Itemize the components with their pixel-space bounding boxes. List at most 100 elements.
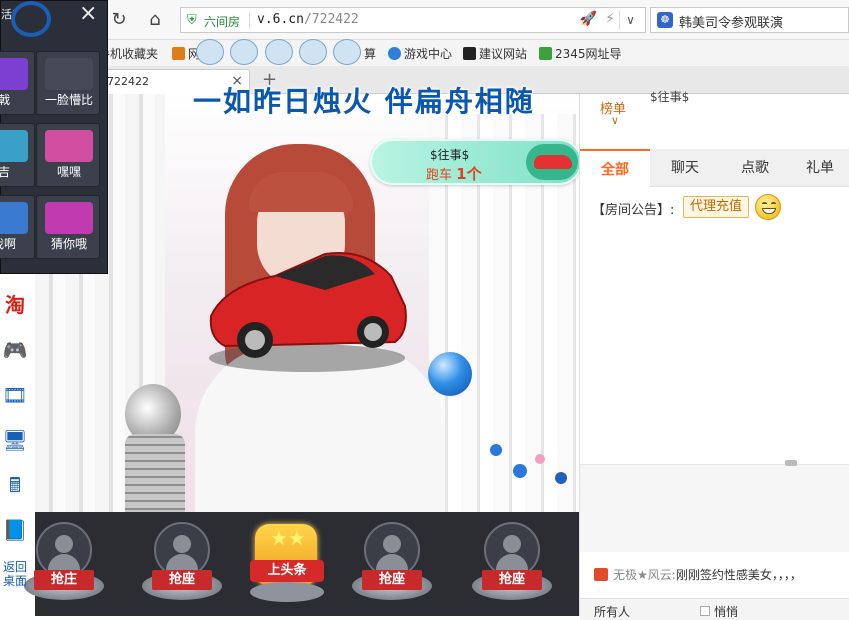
whisper-checkbox[interactable] bbox=[700, 606, 710, 616]
broadcast-user[interactable]: 无极★风云: bbox=[613, 568, 676, 582]
emoji-caption: 吉 bbox=[0, 163, 34, 180]
decor-dot bbox=[555, 472, 567, 484]
emoji-caption: 一脸懵比 bbox=[44, 93, 93, 107]
refresh-icon[interactable]: ↻ bbox=[108, 9, 130, 31]
calculator-icon[interactable]: 🖩 bbox=[2, 472, 28, 498]
rocket-icon[interactable]: 🚀 bbox=[580, 11, 597, 27]
seat-3[interactable]: 抢座 bbox=[352, 518, 436, 616]
resize-handle[interactable] bbox=[785, 460, 797, 466]
sports-car-gift bbox=[209, 252, 407, 372]
blurred-bookmark[interactable] bbox=[299, 39, 327, 65]
taobao-icon[interactable]: 淘 bbox=[2, 292, 28, 318]
tab-title: 722422 bbox=[107, 75, 149, 88]
notebook-icon[interactable]: 📘 bbox=[2, 517, 28, 543]
emoji-item[interactable]: 吉 bbox=[0, 123, 35, 187]
browser-toolbar: ↻ ⌂ ⛨ 六间房 v.6.cn/722422 🚀 ⚡ ∨ ☸ 韩美司令参观联演 bbox=[0, 0, 849, 40]
grin-emoji-icon bbox=[755, 194, 781, 220]
bookmark-label: 游戏中心 bbox=[404, 47, 453, 61]
car-gift-badge[interactable]: $往事$ 跑车 1个 bbox=[370, 139, 582, 185]
back-to-desktop[interactable]: 返回桌面 bbox=[0, 560, 30, 588]
url-text: v.6.cn/722422 bbox=[257, 12, 359, 27]
headline-button[interactable]: ★★ 上头条 bbox=[250, 524, 324, 602]
chevron-down-icon[interactable]: ∨ bbox=[611, 114, 619, 127]
chevron-down-icon[interactable]: ∨ bbox=[619, 10, 641, 30]
chat-tabs: 全部 聊天 点歌 礼单 bbox=[580, 149, 849, 187]
home-icon[interactable]: ⌂ bbox=[144, 9, 166, 31]
headline-pedestal bbox=[250, 582, 324, 602]
seat-button[interactable]: 抢庄 bbox=[34, 570, 94, 590]
address-bar[interactable]: ⛨ 六间房 v.6.cn/722422 🚀 ⚡ ∨ bbox=[180, 7, 646, 33]
seat-button[interactable]: 抢座 bbox=[482, 570, 542, 590]
seat-button[interactable]: 抢座 bbox=[152, 570, 212, 590]
room-notice-label: 【房间公告】: bbox=[592, 203, 675, 218]
tab-song[interactable]: 点歌 bbox=[720, 149, 790, 187]
emoji-item[interactable]: 戟 bbox=[0, 51, 35, 115]
seat-4[interactable]: 抢座 bbox=[472, 518, 556, 616]
bookmark-2[interactable]: 算 bbox=[364, 45, 376, 62]
search-input[interactable]: 韩美司令参观联演 bbox=[679, 12, 783, 31]
site-badge: 六间房 bbox=[204, 15, 241, 29]
emoji-image bbox=[0, 202, 28, 234]
decor-dot bbox=[490, 444, 502, 456]
microphone-stand bbox=[125, 434, 185, 512]
lightning-icon[interactable]: ⚡ bbox=[605, 11, 615, 27]
emoji-item[interactable]: 我啊 bbox=[0, 195, 35, 259]
emoji-image bbox=[45, 58, 93, 90]
grin-eye bbox=[762, 202, 767, 205]
broadcast-message: 无极★风云:刚刚签约性感美女，，，， bbox=[594, 566, 802, 583]
close-icon[interactable]: × bbox=[79, 1, 97, 26]
address-divider bbox=[249, 12, 250, 29]
blurred-bookmark[interactable] bbox=[333, 39, 361, 65]
streamer-bangs bbox=[249, 172, 353, 212]
top-user[interactable]: $往事$ bbox=[650, 88, 689, 105]
seat-avatar-head bbox=[55, 535, 73, 553]
gamepad-icon[interactable]: 🎮 bbox=[2, 337, 28, 363]
emoji-caption: 猜你哦 bbox=[50, 237, 87, 251]
bookmark-game-center[interactable]: 游戏中心 bbox=[388, 45, 452, 62]
search-box[interactable]: ☸ 韩美司令参观联演 bbox=[650, 7, 849, 33]
bookmark-favicon bbox=[172, 47, 185, 60]
shield-icon: ⛨ bbox=[187, 13, 197, 28]
emoji-caption: 戟 bbox=[0, 91, 34, 108]
blue-balloon bbox=[428, 352, 472, 396]
bookmark-2345[interactable]: 2345网址导 bbox=[539, 45, 622, 62]
emoji-image bbox=[0, 58, 28, 90]
url-path: /722422 bbox=[303, 12, 359, 27]
emoji-item[interactable]: 一脸懵比 bbox=[36, 51, 100, 115]
emoji-caption: 我啊 bbox=[0, 237, 16, 251]
mini-car-icon bbox=[534, 155, 572, 169]
blurred-bookmark[interactable] bbox=[196, 39, 224, 65]
emoji-caption: 嘿嘿 bbox=[56, 165, 81, 179]
seat-1[interactable]: 抢庄 bbox=[24, 518, 108, 616]
blurred-bookmark[interactable] bbox=[265, 39, 293, 65]
url-host: v.6.cn bbox=[257, 12, 304, 27]
bookmark-label: 2345网址导 bbox=[555, 47, 622, 61]
emoji-image bbox=[0, 130, 28, 162]
blurred-bookmark[interactable] bbox=[230, 39, 258, 65]
seat-button[interactable]: 抢座 bbox=[362, 570, 422, 590]
broadcast-text: 刚刚签约性感美女，，，， bbox=[675, 568, 802, 582]
agent-recharge-button[interactable]: 代理充值 bbox=[683, 196, 750, 218]
car-hubcap bbox=[245, 330, 265, 350]
emoji-panel: 活) × 戟 一脸懵比 吉 嘿嘿 我啊 猜你哦 bbox=[0, 0, 108, 274]
car-hubcap bbox=[364, 323, 382, 341]
decor-dot bbox=[513, 464, 527, 478]
tab-gift-list[interactable]: 礼单 bbox=[790, 149, 849, 187]
bookmark-suggested[interactable]: 建议网站 bbox=[463, 45, 527, 62]
chat-input-bar: 所有人 悄悄 bbox=[580, 598, 849, 620]
bookmark-favicon bbox=[388, 47, 401, 60]
computer-icon[interactable]: 🖥 bbox=[2, 427, 28, 453]
decor-dot bbox=[535, 454, 545, 464]
video-icon[interactable]: 🎞 bbox=[2, 382, 28, 408]
emoji-item[interactable]: 猜你哦 bbox=[36, 195, 100, 259]
tab-all[interactable]: 全部 bbox=[580, 149, 650, 187]
seat-2[interactable]: 抢座 bbox=[142, 518, 226, 616]
audience-select[interactable]: 所有人 bbox=[594, 603, 630, 620]
chat-panel: 榜单 ∨ $往事$ 全部 聊天 点歌 礼单 【房间公告】: 代理充值 无极★风云… bbox=[579, 90, 849, 620]
emoji-item[interactable]: 嘿嘿 bbox=[36, 123, 100, 187]
tab-chat[interactable]: 聊天 bbox=[650, 149, 720, 187]
grin-mouth bbox=[762, 208, 776, 214]
grin-eye bbox=[771, 202, 776, 205]
broadcast-icon bbox=[594, 568, 608, 581]
bookmark-label: 建议网站 bbox=[479, 47, 528, 61]
